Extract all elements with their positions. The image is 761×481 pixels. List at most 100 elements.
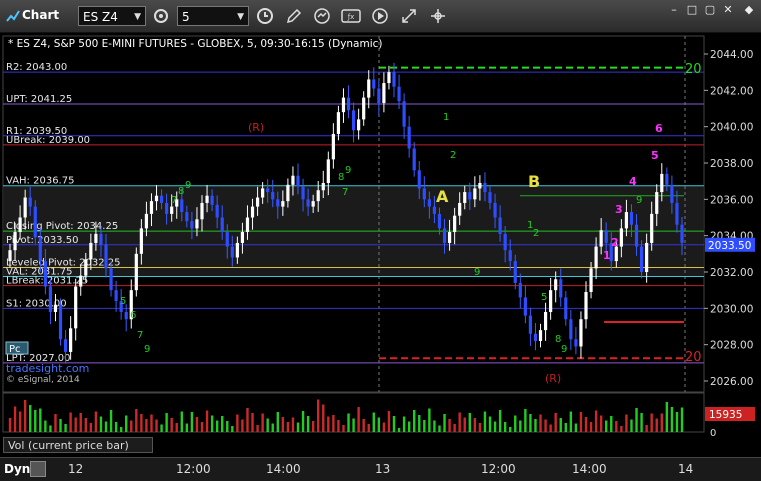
volume-bar (306, 416, 310, 432)
expand-icon[interactable] (398, 6, 420, 26)
volume-bar (130, 420, 133, 432)
play-icon[interactable] (369, 6, 391, 26)
volume-bar (74, 417, 77, 432)
sequence-count-magenta: 1 (603, 249, 611, 262)
volume-bar (640, 413, 643, 432)
volume-bar (418, 415, 421, 432)
volume-bar (195, 417, 199, 432)
formula-icon[interactable]: ƒx (340, 6, 362, 26)
candle-body (442, 228, 447, 243)
volume-bar (332, 415, 335, 432)
volume-bar (39, 408, 42, 432)
pencil-icon[interactable] (283, 6, 305, 26)
candle-body (245, 217, 250, 233)
candle-body (74, 286, 78, 329)
candle-body (407, 126, 411, 149)
clock-icon[interactable] (254, 6, 276, 26)
volume-bar (589, 422, 593, 432)
candle-body (650, 213, 654, 243)
candle-body (165, 202, 169, 214)
volume-bar (493, 421, 497, 432)
candle-body (437, 213, 442, 229)
watermark-text: tradesight.com (6, 362, 89, 375)
candle-body (397, 86, 401, 102)
volume-bar (311, 421, 315, 432)
candle-body (458, 202, 462, 216)
symbol-input[interactable]: ES Z4 ▼ (78, 6, 146, 26)
sequence-count-magenta: 5 (651, 149, 659, 162)
volume-bar (605, 420, 608, 432)
volume-bar (630, 419, 633, 432)
candle-body (422, 188, 426, 200)
volume-bar (519, 420, 522, 432)
volume-bar (352, 418, 355, 432)
crosshair-icon[interactable] (427, 6, 449, 26)
candle-body (346, 97, 351, 111)
dyn-toggle-button[interactable] (30, 461, 46, 477)
pivot-level-label: VAH: 2036.75 (6, 176, 74, 187)
candle-body (417, 170, 421, 189)
candle-body (331, 133, 335, 160)
candle-body (569, 319, 573, 340)
volume-bar (503, 422, 507, 432)
sequence-count-green: 6 (130, 310, 136, 321)
candle-body (523, 297, 527, 316)
volume-bar (539, 414, 542, 432)
candle-body (180, 199, 184, 213)
candle-body (281, 201, 285, 207)
minimize-button[interactable]: – (666, 2, 682, 16)
volume-bar (34, 410, 37, 432)
price-chart[interactable]: R2: 2043.00UPT: 2041.25R1: 2039.50UBreak… (0, 32, 761, 457)
link-settings-icon[interactable] (150, 6, 172, 26)
volume-bar (615, 421, 618, 432)
refresh-icon[interactable] (311, 6, 333, 26)
x-tick-label: 14:00 (572, 462, 607, 476)
candle-body (316, 190, 320, 202)
pivot-level-label: S1: 2030.00 (6, 298, 67, 309)
volume-bar (463, 417, 466, 432)
chevron-down-icon[interactable]: ▼ (134, 7, 141, 27)
interval-value: 5 (182, 10, 190, 24)
volume-value-label: 15935 (709, 409, 742, 421)
y-tick-label: 2032.00 (710, 267, 753, 279)
candle-body (38, 237, 42, 262)
maximize-button[interactable]: □ (684, 2, 700, 16)
candle-body (170, 206, 174, 214)
svg-text:ƒx: ƒx (347, 13, 355, 21)
candle-body (680, 224, 684, 243)
volume-bar (125, 415, 128, 432)
candle-body (271, 192, 275, 200)
volume-bar (397, 428, 401, 432)
candle-body (508, 250, 512, 262)
y-tick-label: 2030.00 (710, 303, 753, 315)
close-button[interactable]: ✕ (720, 2, 736, 16)
candle-body (341, 97, 346, 113)
volume-axis-zero: 0 (710, 428, 716, 439)
volume-bar (428, 408, 431, 432)
copyright-text: © eSignal, 2014 (6, 375, 80, 385)
x-tick-label: 14:00 (266, 462, 301, 476)
volume-bar (23, 400, 27, 432)
chevron-down-icon[interactable]: ▼ (237, 7, 244, 27)
candle-body (8, 250, 12, 262)
interval-select[interactable]: 5 ▼ (177, 6, 249, 26)
volume-bar (135, 409, 138, 432)
candle-body (109, 268, 113, 291)
candle-body (225, 232, 229, 247)
candle-body (619, 228, 623, 247)
volume-bar (377, 417, 381, 432)
y-tick-label: 2038.00 (710, 158, 753, 170)
candle-body (432, 206, 437, 214)
candle-body (645, 242, 649, 272)
candle-body (144, 213, 149, 229)
volume-bar (680, 407, 684, 432)
sequence-count-green: 8 (338, 172, 344, 183)
volume-bar (114, 422, 118, 432)
pin-icon[interactable]: ◆ (741, 2, 757, 16)
candle-body (665, 173, 669, 185)
volume-bar (665, 402, 669, 432)
restore-button[interactable]: ▢ (702, 2, 718, 16)
candle-body (154, 195, 159, 202)
sequence-count-magenta: 2 (611, 236, 619, 249)
volume-bar (559, 418, 562, 432)
